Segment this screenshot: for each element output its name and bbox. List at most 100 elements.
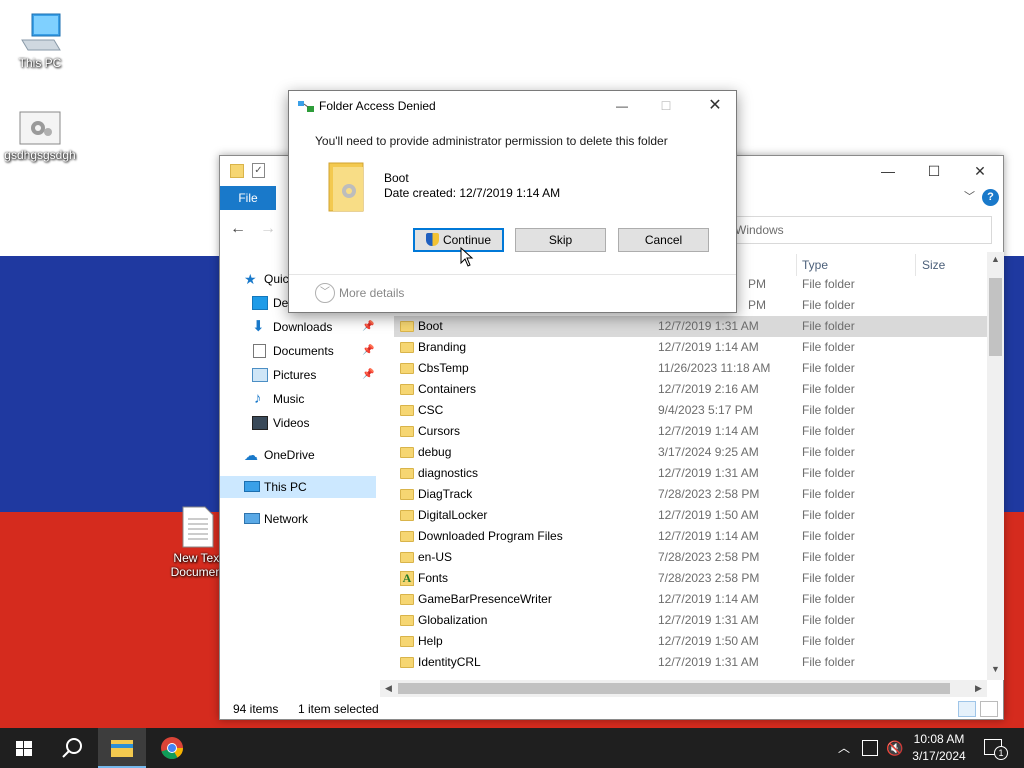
close-button[interactable]: ✕	[957, 156, 1003, 186]
scroll-left-arrow-icon[interactable]: ◀	[380, 680, 397, 697]
taskbar-clock[interactable]: 10:08 AM 3/17/2024	[905, 731, 973, 765]
column-header-type[interactable]: Type	[802, 250, 828, 280]
large-icons-view-icon[interactable]	[980, 701, 998, 717]
file-name: DiagTrack	[418, 487, 473, 501]
desktop-icon-this-pc[interactable]: This PC	[0, 10, 80, 70]
date-modified: 12/7/2019 1:31 AM	[658, 655, 759, 669]
table-row[interactable]: en-US 7/28/2023 2:58 PM File folder	[394, 547, 987, 568]
chevron-up-icon[interactable]: ︿	[838, 728, 850, 768]
file-name: Boot	[418, 319, 443, 333]
dialog-minimize-button[interactable]: —	[607, 91, 637, 121]
search-button[interactable]	[48, 728, 96, 768]
cloud-icon: ☁	[244, 447, 258, 463]
folder-icon	[400, 363, 414, 374]
chrome-taskbar-button[interactable]	[148, 728, 196, 768]
nav-item-network[interactable]: Network	[220, 508, 376, 530]
nav-item-downloads[interactable]: ⬇ Downloads 📌	[220, 316, 376, 338]
pin-icon[interactable]: 📌	[362, 364, 374, 386]
table-row[interactable]: CbsTemp 11/26/2023 11:18 AM File folder	[394, 358, 987, 379]
text-document-icon	[182, 506, 214, 548]
nav-item-music[interactable]: ♪ Music	[220, 388, 376, 410]
table-row[interactable]: GameBarPresenceWriter 12/7/2019 1:14 AM Fi…	[394, 589, 987, 610]
folder-icon	[400, 468, 414, 479]
file-name: Cursors	[418, 424, 461, 438]
file-type: File folder	[802, 592, 855, 606]
minimize-button[interactable]: —	[865, 156, 911, 186]
date-modified: 7/28/2023 2:58 PM	[658, 550, 760, 564]
nav-item-this-pc[interactable]: This PC	[220, 476, 376, 498]
maximize-button[interactable]: ☐	[911, 156, 957, 186]
nav-item-pictures[interactable]: Pictures 📌	[220, 364, 376, 386]
more-details-link[interactable]: More details	[339, 286, 404, 300]
continue-button-label: Continue	[442, 233, 492, 247]
documents-icon	[253, 344, 266, 358]
nav-item-videos[interactable]: Videos	[220, 412, 376, 434]
vertical-scrollbar[interactable]: ▲ ▼	[987, 252, 1004, 680]
horizontal-scrollbar[interactable]: ◀ ▶	[380, 680, 987, 697]
help-button[interactable]: ?	[982, 189, 999, 206]
column-separator	[796, 254, 797, 276]
folder-icon	[400, 594, 414, 605]
file-type: File folder	[802, 508, 855, 522]
pin-icon[interactable]: 📌	[362, 340, 374, 362]
settings-file-icon	[19, 111, 61, 145]
table-row[interactable]: Cursors 12/7/2019 1:14 AM File folder	[394, 421, 987, 442]
table-row[interactable]: Globalization 12/7/2019 1:31 AM File folde…	[394, 610, 987, 631]
cancel-button[interactable]: Cancel	[618, 228, 709, 252]
network-status-icon[interactable]	[862, 740, 878, 756]
table-row[interactable]: DiagTrack 7/28/2023 2:58 PM File folder	[394, 484, 987, 505]
file-explorer-taskbar-button[interactable]	[98, 728, 146, 768]
folder-icon	[400, 552, 414, 563]
forward-arrow-icon[interactable]: →	[260, 220, 276, 238]
details-view-icon[interactable]	[958, 701, 976, 717]
desktop-icon-shortcut[interactable]: gsdhgsgsdgh	[0, 110, 80, 162]
uac-shield-icon	[425, 233, 439, 246]
file-type: File folder	[802, 571, 855, 585]
table-row[interactable]: IdentityCRL 12/7/2019 1:31 AM File folder	[394, 652, 987, 673]
file-tab[interactable]: File	[220, 186, 276, 210]
scroll-thumb[interactable]	[398, 683, 950, 694]
folder-icon	[400, 615, 414, 626]
desktop-icon	[252, 296, 268, 310]
folder-access-denied-dialog[interactable]: Folder Access Denied — ☐ ✕ You'll need t…	[288, 90, 737, 313]
chevron-down-icon[interactable]: ﹀	[315, 283, 335, 303]
table-row[interactable]: diagnostics 12/7/2019 1:31 AM File folder	[394, 463, 987, 484]
file-name: Help	[418, 634, 443, 648]
column-header-size[interactable]: Size	[922, 250, 945, 280]
chrome-icon	[161, 737, 183, 760]
table-row[interactable]: CSC 9/4/2023 5:17 PM File folder	[394, 400, 987, 421]
table-row[interactable]: Containers 12/7/2019 2:16 AM File folder	[394, 379, 987, 400]
continue-button[interactable]: Continue	[413, 228, 504, 252]
date-modified: PM	[748, 278, 766, 291]
nav-item-onedrive[interactable]: ☁ OneDrive	[220, 444, 376, 466]
scroll-thumb[interactable]	[989, 278, 1002, 356]
scroll-down-arrow-icon[interactable]: ▼	[987, 664, 1004, 674]
pin-icon[interactable]: 📌	[362, 316, 374, 338]
properties-icon[interactable]: ✓	[252, 163, 265, 178]
nav-item-documents[interactable]: Documents 📌	[220, 340, 376, 362]
scroll-right-arrow-icon[interactable]: ▶	[970, 680, 987, 697]
table-row[interactable]: debug 3/17/2024 9:25 AM File folder	[394, 442, 987, 463]
chevron-down-icon[interactable]: ﹀	[964, 188, 975, 204]
download-arrow-icon: ⬇	[252, 318, 265, 335]
dialog-message: You'll need to provide administrator per…	[315, 134, 668, 148]
table-row[interactable]: Downloaded Program Files 12/7/2019 1:14 A…	[394, 526, 987, 547]
file-rows: PM File folder PM File folder Boot 12/7/2019 …	[394, 278, 989, 680]
volume-muted-icon[interactable]: 🔇	[886, 728, 903, 768]
start-button[interactable]	[0, 728, 48, 768]
navigation-pane: ★ Quic Des ⬇ Downloads 📌 Documents 📌 Pic…	[220, 266, 380, 686]
nav-label: Quic	[264, 272, 289, 286]
nav-label: Downloads	[273, 320, 333, 334]
table-row[interactable]: Branding 12/7/2019 1:14 AM File folder	[394, 337, 987, 358]
table-row[interactable]: DigitalLocker 12/7/2019 1:50 AM File folde…	[394, 505, 987, 526]
table-row[interactable]: A Fonts 7/28/2023 2:58 PM File folder	[394, 568, 987, 589]
back-arrow-icon[interactable]: ←	[230, 220, 246, 238]
search-input[interactable]: Windows	[730, 216, 992, 244]
selection-count: 1 item selected	[298, 702, 379, 716]
table-row[interactable]: Boot 12/7/2019 1:31 AM File folder	[394, 316, 987, 337]
file-type: File folder	[802, 655, 855, 669]
table-row[interactable]: Help 12/7/2019 1:50 AM File folder	[394, 631, 987, 652]
dialog-close-button[interactable]: ✕	[693, 91, 737, 121]
skip-button[interactable]: Skip	[515, 228, 606, 252]
scroll-up-arrow-icon[interactable]: ▲	[987, 254, 1004, 264]
